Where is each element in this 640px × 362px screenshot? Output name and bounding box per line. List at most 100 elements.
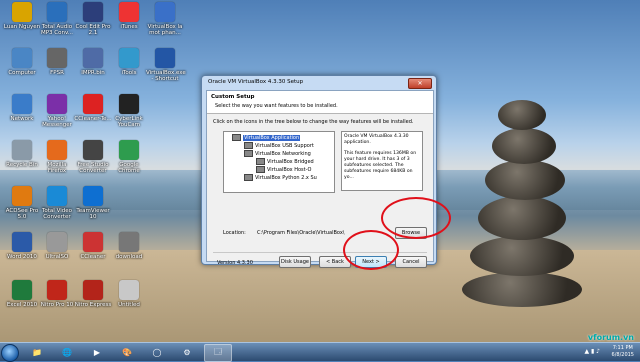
location-label: Location: bbox=[223, 230, 246, 236]
desktop-icon-label: Luan Nguyen bbox=[3, 24, 41, 30]
desktop-icon-label: Google Chrome bbox=[118, 162, 140, 174]
stacked-rock-3 bbox=[478, 196, 566, 240]
desktop-icon[interactable]: FPSR bbox=[38, 48, 76, 76]
desktop-icon[interactable]: ACDSee Pro 5.0 bbox=[3, 186, 41, 220]
stacked-rock-1 bbox=[462, 272, 582, 307]
taskbar-button[interactable]: 🗔 bbox=[204, 344, 232, 362]
app-icon bbox=[119, 2, 139, 22]
desktop-icon[interactable]: Yahoo! Messenger bbox=[38, 94, 76, 128]
desktop-icon[interactable]: Mozilla Firefox bbox=[38, 140, 76, 174]
app-icon bbox=[119, 94, 139, 114]
stacked-rock-2 bbox=[470, 236, 574, 276]
desktop-icon[interactable]: Free Studio Converter bbox=[74, 140, 112, 174]
desktop-icon[interactable]: UltraISO bbox=[38, 232, 76, 260]
cancel-button[interactable]: Cancel bbox=[395, 256, 427, 268]
desktop-icon[interactable]: Word 2010 bbox=[3, 232, 41, 260]
taskbar-button[interactable]: 🌐 bbox=[54, 344, 80, 360]
desktop-icon[interactable]: Recycle Bin bbox=[3, 140, 41, 168]
drive-icon bbox=[256, 166, 265, 173]
desktop-icon[interactable]: iTunes bbox=[110, 2, 148, 30]
watermark: vforum.vn bbox=[587, 333, 634, 342]
desktop-icon[interactable]: Total Video Converter bbox=[38, 186, 76, 220]
desktop-icon[interactable]: Cool Edit Pro 2.1 bbox=[74, 2, 112, 36]
desktop-icon[interactable]: Nitro Express bbox=[74, 280, 112, 308]
app-icon bbox=[119, 232, 139, 252]
taskbar-button[interactable]: 🎨 bbox=[114, 344, 140, 360]
stacked-rock-4 bbox=[485, 160, 565, 200]
clock-time: 7:11 PM bbox=[612, 345, 633, 351]
system-tray[interactable]: ▲ ▮ ♪ bbox=[584, 348, 600, 355]
app-icon bbox=[12, 94, 32, 114]
desktop-icon-label: Untitled bbox=[118, 302, 140, 308]
taskbar-button[interactable]: ⚙ bbox=[174, 344, 200, 360]
clock[interactable]: 7:11 PM 6/8/2015 bbox=[612, 345, 634, 359]
app-icon bbox=[47, 94, 67, 114]
disk-usage-button[interactable]: Disk Usage bbox=[279, 256, 311, 268]
desktop-icon-label: Yahoo! Messenger bbox=[42, 116, 72, 128]
desktop-icon-label: Mozilla Firefox bbox=[47, 162, 67, 174]
desktop-icon[interactable]: Network bbox=[3, 94, 41, 122]
desktop-icon[interactable]: CCleaner bbox=[74, 232, 112, 260]
app-icon bbox=[47, 48, 67, 68]
app-icon bbox=[83, 140, 103, 160]
app-icon bbox=[12, 2, 32, 22]
stacked-rock-6 bbox=[498, 100, 546, 130]
drive-icon bbox=[244, 142, 253, 149]
desktop-icon-label: Computer bbox=[8, 70, 36, 76]
highlight-next-circle bbox=[343, 230, 399, 270]
tree-item-networking[interactable]: VirtualBox Networking bbox=[244, 150, 311, 158]
taskbar-button[interactable]: ▶ bbox=[84, 344, 110, 360]
taskbar-button[interactable]: 📁 bbox=[24, 344, 50, 360]
tree-item-usb-support[interactable]: VirtualBox USB Support bbox=[244, 142, 314, 150]
desktop-icon[interactable]: iTools bbox=[110, 48, 148, 76]
desktop-icon-label: CCleaner bbox=[80, 254, 106, 260]
desktop-icon[interactable]: Nitro Pro 10 bbox=[38, 280, 76, 308]
desktop-icon-label: Free Studio Converter bbox=[77, 162, 109, 174]
desktop-icon[interactable]: Excel 2010 bbox=[3, 280, 41, 308]
app-icon bbox=[47, 280, 67, 300]
app-icon bbox=[83, 232, 103, 252]
tree-item-virtualbox-application[interactable]: VirtualBox Application bbox=[232, 134, 301, 142]
instructions-text: Click on the icons in the tree below to … bbox=[213, 119, 414, 125]
feature-description: Oracle VM VirtualBox 4.3.30 application.… bbox=[341, 131, 423, 191]
tree-item-python[interactable]: VirtualBox Python 2.x Su bbox=[244, 174, 317, 182]
stacked-rock-5 bbox=[492, 128, 556, 164]
tree-item-bridged[interactable]: VirtualBox Bridged bbox=[256, 158, 314, 166]
start-button[interactable] bbox=[1, 344, 19, 362]
taskbar-button[interactable]: ◯ bbox=[144, 344, 170, 360]
drive-icon bbox=[244, 174, 253, 181]
close-button[interactable]: ✕ bbox=[408, 78, 432, 89]
desktop-icon[interactable]: VirtualBox.exe - Shortcut bbox=[146, 48, 186, 82]
desktop-icon[interactable]: download bbox=[110, 232, 148, 260]
desktop-icon[interactable]: VirtualBox la mot phan... bbox=[146, 2, 184, 36]
drive-icon bbox=[256, 158, 265, 165]
app-icon bbox=[12, 48, 32, 68]
desktop-icon-label: download bbox=[115, 254, 143, 260]
desktop-icon-label: Excel 2010 bbox=[6, 302, 38, 308]
desktop-icon-label: TeamViewer 10 bbox=[76, 208, 110, 220]
desktop-icon[interactable]: TeamViewer 10 bbox=[74, 186, 112, 220]
desktop-icon-label: IMPR.bin bbox=[81, 70, 105, 76]
header-subtitle: Select the way you want features to be i… bbox=[215, 103, 338, 109]
window-title: Oracle VM VirtualBox 4.3.30 Setup bbox=[208, 79, 304, 85]
desktop-icon[interactable]: Total Audio MP3 Conv... bbox=[38, 2, 76, 36]
clock-date: 6/8/2015 bbox=[611, 352, 634, 358]
tree-item-host-only[interactable]: VirtualBox Host-O bbox=[256, 166, 312, 174]
location-value: C:\Program Files\Oracle\VirtualBox\ bbox=[257, 230, 345, 236]
app-icon bbox=[155, 48, 175, 68]
app-icon bbox=[83, 94, 103, 114]
desktop-icon[interactable]: Luan Nguyen bbox=[3, 2, 41, 30]
feature-tree[interactable]: VirtualBox Application VirtualBox USB Su… bbox=[223, 131, 335, 193]
desktop-icon-label: CyberLink YouCam bbox=[115, 116, 143, 128]
desktop-icon[interactable]: Untitled bbox=[110, 280, 148, 308]
desktop-icon[interactable]: CCleaner-Te... bbox=[74, 94, 112, 122]
desktop-icon[interactable]: Google Chrome bbox=[110, 140, 148, 174]
desktop-icon-label: ACDSee Pro 5.0 bbox=[5, 208, 39, 220]
desktop-icon[interactable]: IMPR.bin bbox=[74, 48, 112, 76]
app-icon bbox=[47, 140, 67, 160]
desktop-icon[interactable]: CyberLink YouCam bbox=[110, 94, 148, 128]
desktop-icon-label: UltraISO bbox=[45, 254, 69, 260]
desktop-icon-label: Cool Edit Pro 2.1 bbox=[75, 24, 111, 36]
desktop-icon-label: Total Video Converter bbox=[41, 208, 72, 220]
desktop-icon[interactable]: Computer bbox=[3, 48, 41, 76]
